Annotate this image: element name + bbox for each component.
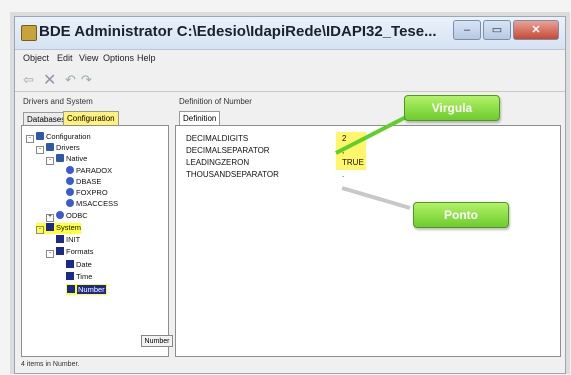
configuration-tree[interactable]: - Configuration - Drivers - Native PARADOX … xyxy=(21,125,169,357)
odbc-icon xyxy=(56,211,64,219)
redo-icon[interactable]: ↷ xyxy=(81,72,92,88)
tree-node-configuration[interactable]: - Configuration xyxy=(26,132,91,143)
menu-object[interactable]: Object xyxy=(23,53,49,63)
tree-node-formats[interactable]: - Formats xyxy=(46,247,94,258)
tree-node-system[interactable]: - System xyxy=(36,223,82,234)
delete-icon[interactable]: ✕ xyxy=(43,70,56,90)
system-icon xyxy=(46,223,54,231)
tree-node-init[interactable]: INIT xyxy=(56,235,80,244)
status-bar: 4 items in Number. xyxy=(21,361,80,368)
time-icon xyxy=(66,272,74,280)
tree-node-date[interactable]: Date xyxy=(66,260,92,269)
number-icon xyxy=(67,285,75,293)
tree-node-native[interactable]: - Native xyxy=(46,154,87,165)
menu-edit[interactable]: Edit xyxy=(57,53,73,63)
value-decimaldigits[interactable]: 2 xyxy=(342,134,346,143)
date-icon xyxy=(66,260,74,268)
toolbar: ⇦ ✕ ↶ ↷ xyxy=(15,69,565,92)
param-thousandseparator[interactable]: THOUSANDSEPARATOR xyxy=(186,170,279,179)
number-button[interactable]: Number xyxy=(141,335,173,347)
maximize-button[interactable]: ▭ xyxy=(483,20,511,40)
window-title: BDE Administrator C:\Edesio\IdapiRede\ID… xyxy=(39,23,437,40)
tree-node-time[interactable]: Time xyxy=(66,272,92,281)
tree-node-msaccess[interactable]: MSACCESS xyxy=(66,199,118,208)
left-panel-header: Drivers and System xyxy=(23,97,93,106)
database-icon xyxy=(66,199,74,207)
database-icon xyxy=(66,166,74,174)
back-arrow-icon[interactable]: ⇦ xyxy=(23,72,34,88)
param-decimalseparator[interactable]: DECIMALSEPARATOR xyxy=(186,146,270,155)
value-leadingzeron[interactable]: TRUE xyxy=(342,158,364,167)
configuration-icon xyxy=(36,132,44,140)
native-icon xyxy=(56,154,64,162)
menu-view[interactable]: View xyxy=(79,53,98,63)
title-bar[interactable]: BDE Administrator C:\Edesio\IdapiRede\ID… xyxy=(15,17,565,50)
formats-icon xyxy=(56,247,64,255)
undo-icon[interactable]: ↶ xyxy=(65,72,76,88)
minimize-button[interactable]: – xyxy=(453,20,481,40)
tree-node-drivers[interactable]: - Drivers xyxy=(36,143,80,154)
param-leadingzeron[interactable]: LEADINGZERON xyxy=(186,158,249,167)
definition-panel: DECIMALDIGITS 2 DECIMALSEPARATOR , LEADI… xyxy=(175,125,561,357)
value-thousandseparator[interactable]: . xyxy=(342,170,344,179)
tree-node-paradox[interactable]: PARADOX xyxy=(66,166,112,175)
close-button[interactable]: ✕ xyxy=(513,20,559,40)
init-icon xyxy=(56,235,64,243)
database-icon xyxy=(66,188,74,196)
menu-options[interactable]: Options xyxy=(103,53,134,63)
virgula-callout: Virgula xyxy=(404,95,500,121)
drivers-icon xyxy=(46,143,54,151)
tree-node-odbc[interactable]: + ODBC xyxy=(46,211,88,222)
bde-administrator-window: BDE Administrator C:\Edesio\IdapiRede\ID… xyxy=(14,16,566,374)
tree-node-foxpro[interactable]: FOXPRO xyxy=(66,188,108,197)
tree-node-number[interactable]: Number xyxy=(66,284,107,295)
tab-definition[interactable]: Definition xyxy=(179,111,221,126)
right-panel-header: Definition of Number xyxy=(179,97,252,106)
menu-bar: Object Edit View Options Help xyxy=(15,51,565,67)
value-decimalseparator[interactable]: , xyxy=(342,146,344,155)
menu-help[interactable]: Help xyxy=(137,53,156,63)
tab-configuration[interactable]: Configuration xyxy=(63,111,119,126)
app-icon xyxy=(21,25,37,41)
ponto-callout: Ponto xyxy=(413,202,509,228)
tree-node-dbase[interactable]: DBASE xyxy=(66,177,101,186)
database-icon xyxy=(66,177,74,185)
param-decimaldigits[interactable]: DECIMALDIGITS xyxy=(186,134,248,143)
